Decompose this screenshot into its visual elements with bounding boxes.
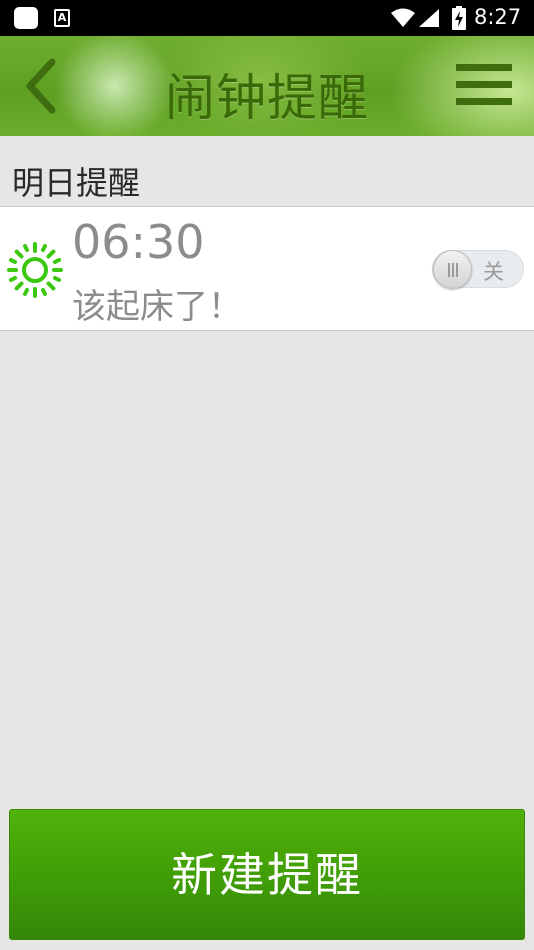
wifi-icon: [391, 8, 415, 27]
text-a-icon: A: [54, 9, 70, 27]
alarm-toggle[interactable]: 关: [432, 250, 524, 289]
toggle-knob[interactable]: [433, 250, 472, 289]
alarm-note: 该起床了！: [72, 287, 242, 327]
hamburger-menu-icon: [456, 64, 512, 105]
signal-icon: [419, 9, 439, 27]
app-notification-icon: [14, 7, 38, 29]
status-bar: A 8:27: [0, 0, 534, 36]
alarm-list-item[interactable]: 06:30 该起床了！ 关: [0, 206, 534, 331]
sun-icon: [7, 242, 63, 298]
toggle-label: 关: [483, 260, 504, 284]
battery-charging-icon: [452, 6, 466, 30]
section-title: 明日提醒: [12, 164, 141, 202]
menu-button[interactable]: [456, 64, 512, 110]
status-time: 8:27: [474, 5, 522, 29]
page-title: 闹钟提醒: [165, 69, 369, 127]
title-bar: 闹钟提醒: [0, 36, 534, 136]
new-reminder-button[interactable]: 新建提醒: [9, 809, 525, 940]
alarm-time: 06:30: [72, 215, 205, 269]
